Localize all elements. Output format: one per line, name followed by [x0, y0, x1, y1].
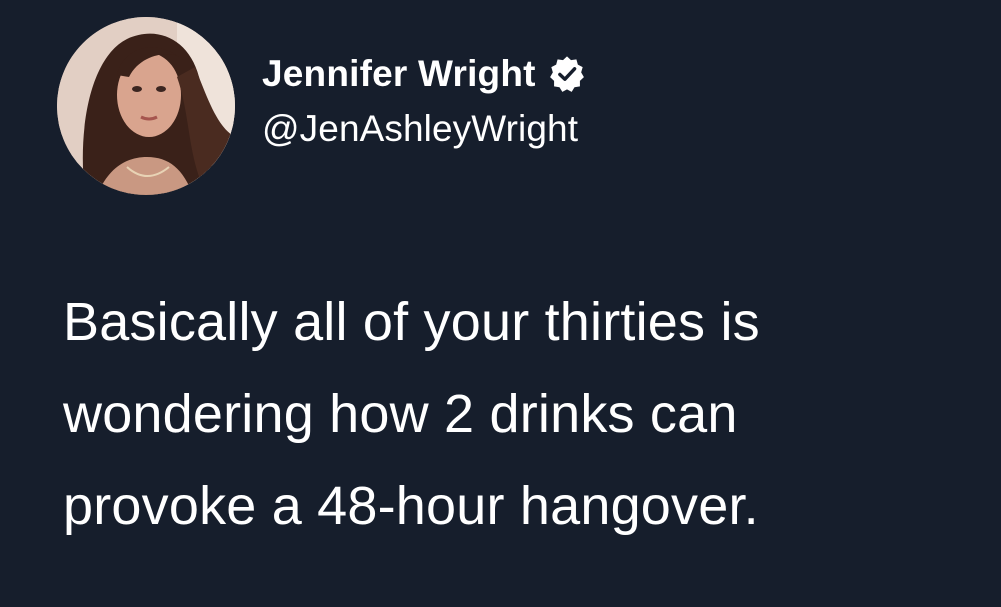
tweet-card: Jennifer Wright @JenAshleyWright Basical… [0, 0, 1001, 607]
user-handle[interactable]: @JenAshleyWright [262, 108, 586, 150]
display-name[interactable]: Jennifer Wright [262, 53, 536, 95]
avatar[interactable] [57, 17, 235, 195]
verified-badge-icon [548, 55, 586, 93]
tweet-text: Basically all of your thirties is wonder… [63, 292, 760, 536]
user-info: Jennifer Wright @JenAshleyWright [262, 50, 586, 150]
name-row: Jennifer Wright [262, 50, 586, 98]
profile-photo-icon [57, 17, 235, 195]
